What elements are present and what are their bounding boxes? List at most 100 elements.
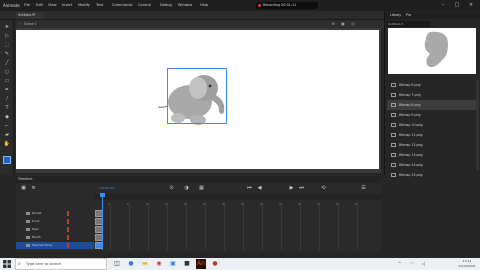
timeline-layer[interactable]: Elephant Body xyxy=(16,242,94,249)
frame-gridline xyxy=(186,204,187,250)
library-item[interactable]: Bitmap 8.png xyxy=(387,100,477,110)
app-icon[interactable]: ■ xyxy=(182,259,192,269)
wifi-icon[interactable]: ◠ xyxy=(410,258,414,270)
bitmap-icon xyxy=(391,143,396,147)
menu-item-help[interactable]: Help xyxy=(200,2,208,9)
volume-icon[interactable]: ◁ xyxy=(422,258,425,270)
library-item[interactable]: Bitmap 14.png xyxy=(387,160,477,170)
timeline-menu-icon[interactable]: ☰ xyxy=(360,184,367,192)
step-forward-icon[interactable]: ⏭ xyxy=(298,184,305,192)
layer-color-marker[interactable] xyxy=(67,227,69,232)
onion-skin-icon[interactable]: ◑ xyxy=(183,184,190,192)
zoom-icon[interactable]: ◎ xyxy=(350,21,356,27)
rectangle-tool-icon[interactable]: ▭ xyxy=(3,78,11,85)
edge-browser-icon[interactable]: ● xyxy=(126,259,136,269)
library-item[interactable]: Bitmap 15.png xyxy=(387,170,477,180)
loop-icon[interactable]: ⟲ xyxy=(320,184,327,192)
edit-multiple-frames-icon[interactable]: ▦ xyxy=(198,184,205,192)
timeline-layer[interactable]: trunk xyxy=(16,218,94,225)
hand-tool-icon[interactable]: ✋ xyxy=(3,141,11,148)
eraser-icon[interactable]: ▰ xyxy=(3,132,11,139)
timeline-layer[interactable]: Rocket xyxy=(16,210,94,217)
playhead[interactable] xyxy=(102,194,103,250)
timeline-layer[interactable]: Eyes xyxy=(16,226,94,233)
edit-bar xyxy=(16,20,384,28)
library-item[interactable]: Bitmap 9.png xyxy=(387,110,477,120)
fps-display[interactable]: 24.00 FPS xyxy=(100,185,115,191)
library-item[interactable]: Bitmap 13.png xyxy=(387,150,477,160)
paint-bucket-icon[interactable]: ◆ xyxy=(3,114,11,121)
store-icon[interactable]: ▣ xyxy=(168,259,178,269)
library-item[interactable]: Bitmap 10.png xyxy=(387,120,477,130)
text-tool-icon[interactable]: T xyxy=(3,105,11,112)
layer-depth-icon[interactable]: ≡ xyxy=(30,184,37,192)
taskbar-clock[interactable]: 13:14 01/12/2021 xyxy=(456,258,478,270)
file-explorer-icon[interactable]: ▬ xyxy=(140,259,150,269)
pencil-tool-icon[interactable]: ✎ xyxy=(3,51,11,58)
menu-item-control[interactable]: Control xyxy=(138,2,151,9)
layer-color-marker[interactable] xyxy=(67,235,69,240)
maximize-icon[interactable]: □ xyxy=(452,1,462,10)
layer-icon xyxy=(26,228,30,231)
timeline-title[interactable]: Timeline xyxy=(18,176,32,183)
center-stage-icon[interactable]: ⊕ xyxy=(330,21,336,27)
menu-item-window[interactable]: Window xyxy=(178,2,192,9)
bitmap-icon xyxy=(391,103,396,107)
library-item-name: Bitmap 13.png xyxy=(399,153,423,157)
camera-icon[interactable]: ▣ xyxy=(20,184,27,192)
library-item[interactable]: Bitmap 11.png xyxy=(387,130,477,140)
tab-properties[interactable]: Pro xyxy=(404,12,413,19)
frame-gridline xyxy=(148,204,149,250)
recorder-app-icon[interactable]: ● xyxy=(210,259,220,269)
layer-icon xyxy=(26,236,30,239)
task-view-icon[interactable]: ◫ xyxy=(112,259,122,269)
pen-tool-icon[interactable]: ✒ xyxy=(3,87,11,94)
menu-item-insert[interactable]: Insert xyxy=(62,2,72,9)
selection-bounding-box[interactable] xyxy=(167,68,227,124)
library-item-name: Bitmap 14.png xyxy=(399,163,423,167)
layer-color-marker[interactable] xyxy=(67,211,69,216)
library-item[interactable]: Bitmap 7.png xyxy=(387,90,477,100)
brush-tool-icon[interactable]: ╱ xyxy=(3,60,11,67)
library-document-select[interactable]: Untitled-3 xyxy=(386,21,430,27)
frame-gridline xyxy=(300,204,301,250)
timeline-layer[interactable]: Mouth xyxy=(16,234,94,241)
selection-tool-icon[interactable]: ➤ xyxy=(3,24,11,31)
tray-chevron-icon[interactable]: ^ xyxy=(398,258,401,270)
tab-library[interactable]: Library xyxy=(388,12,403,19)
center-frame-icon[interactable]: ⊙ xyxy=(168,184,175,192)
library-item[interactable]: Bitmap 12.png xyxy=(387,140,477,150)
menu-item-view[interactable]: View xyxy=(48,2,57,9)
menu-item-edit[interactable]: Edit xyxy=(36,2,43,9)
layer-color-marker[interactable] xyxy=(67,219,69,224)
line-tool-icon[interactable]: / xyxy=(3,96,11,103)
lasso-tool-icon[interactable]: ○ xyxy=(3,69,11,76)
library-scrollbar[interactable] xyxy=(476,80,479,170)
subselection-tool-icon[interactable]: ▷ xyxy=(3,33,11,40)
search-icon: ⌕ xyxy=(18,261,21,267)
scene-label[interactable]: Scene 1 xyxy=(24,21,37,27)
menu-item-commands[interactable]: Commands xyxy=(112,2,132,9)
menu-item-file[interactable]: File xyxy=(24,2,30,9)
step-back-icon[interactable]: ⏮ xyxy=(246,184,253,192)
close-icon[interactable]: × xyxy=(466,1,476,10)
transform-tool-icon[interactable]: ⬚ xyxy=(3,42,11,49)
document-tab[interactable]: Untitled-3* xyxy=(16,12,44,19)
minimize-icon[interactable]: – xyxy=(438,1,448,10)
frame-ruler[interactable] xyxy=(95,194,381,200)
menu-item-debug[interactable]: Debug xyxy=(160,2,172,9)
library-item[interactable]: Bitmap 6.png xyxy=(387,80,477,90)
layer-color-marker[interactable] xyxy=(67,243,69,248)
eyedropper-icon[interactable]: ⌐ xyxy=(3,123,11,130)
rewind-icon[interactable]: ◀ xyxy=(256,184,263,192)
menu-item-text[interactable]: Text xyxy=(96,2,103,9)
animate-app-icon[interactable]: An xyxy=(196,259,206,269)
back-arrow-icon[interactable]: ‹ xyxy=(17,21,23,27)
windows-start-icon[interactable] xyxy=(3,260,11,268)
play-icon[interactable]: ▶ xyxy=(288,184,295,192)
fill-color-swatch[interactable] xyxy=(3,156,11,164)
menu-item-modify[interactable]: Modify xyxy=(78,2,90,9)
clip-icon[interactable]: ▣ xyxy=(340,21,346,27)
chrome-icon[interactable]: ◉ xyxy=(154,259,164,269)
library-item-name: Bitmap 9.png xyxy=(399,113,421,117)
